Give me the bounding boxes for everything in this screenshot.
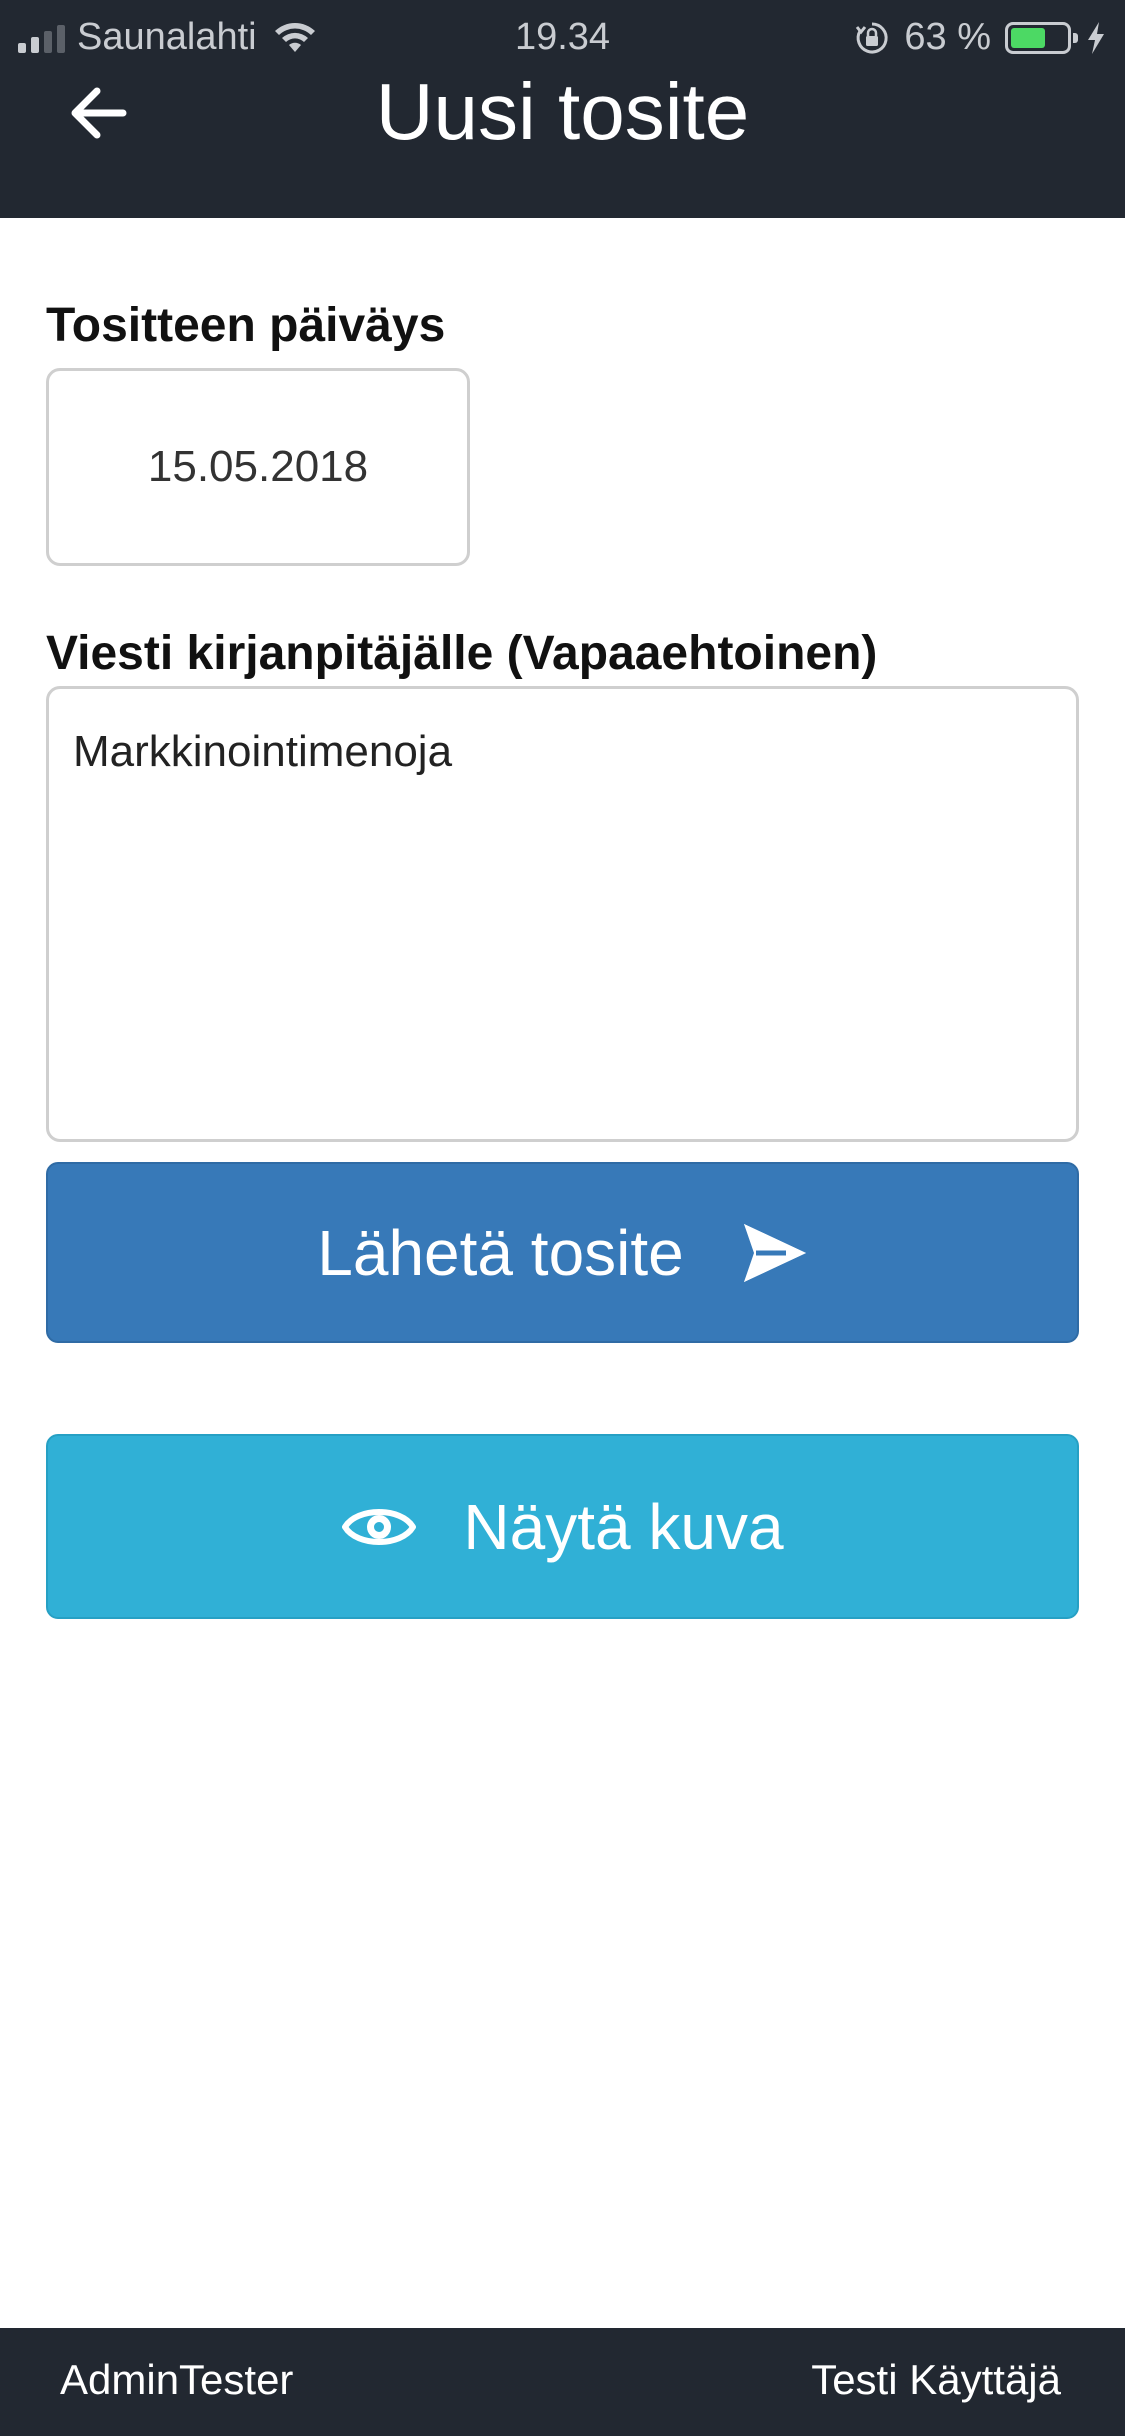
message-value: Markkinointimenoja	[73, 727, 453, 776]
page-title: Uusi tosite	[375, 67, 750, 156]
date-label: Tositteen päiväys	[46, 299, 446, 352]
header: Saunalahti 19.34 63 % Uusi tosite	[0, 0, 1125, 218]
date-field[interactable]: 15.05.2018	[46, 368, 470, 566]
send-button-label: Lähetä tosite	[317, 1216, 684, 1289]
battery-fill	[1011, 27, 1046, 48]
status-right: 63 %	[854, 16, 1107, 59]
send-icon	[743, 1223, 806, 1282]
view-button-label: Näytä kuva	[463, 1490, 784, 1563]
footer-user-name: Testi Käyttäjä	[811, 2356, 1061, 2403]
message-label: Viesti kirjanpitäjälle (Vapaaehtoinen)	[46, 627, 878, 680]
charging-bolt-icon	[1088, 21, 1104, 54]
eye-icon	[342, 1508, 417, 1545]
battery-icon	[1005, 21, 1078, 54]
send-voucher-button[interactable]: Lähetä tosite	[46, 1162, 1079, 1343]
status-bar: Saunalahti 19.34 63 %	[0, 0, 1125, 76]
message-field[interactable]: Markkinointimenoja	[46, 686, 1079, 1142]
footer: AdminTester Testi Käyttäjä	[0, 2328, 1125, 2436]
rotation-lock-icon	[856, 21, 888, 53]
date-value: 15.05.2018	[147, 442, 369, 491]
battery-percent: 63 %	[904, 16, 991, 58]
footer-admin-name: AdminTester	[60, 2356, 294, 2403]
show-image-button[interactable]: Näytä kuva	[46, 1434, 1079, 1619]
screen: Saunalahti 19.34 63 % Uusi tosite Tositt…	[0, 0, 1125, 2436]
